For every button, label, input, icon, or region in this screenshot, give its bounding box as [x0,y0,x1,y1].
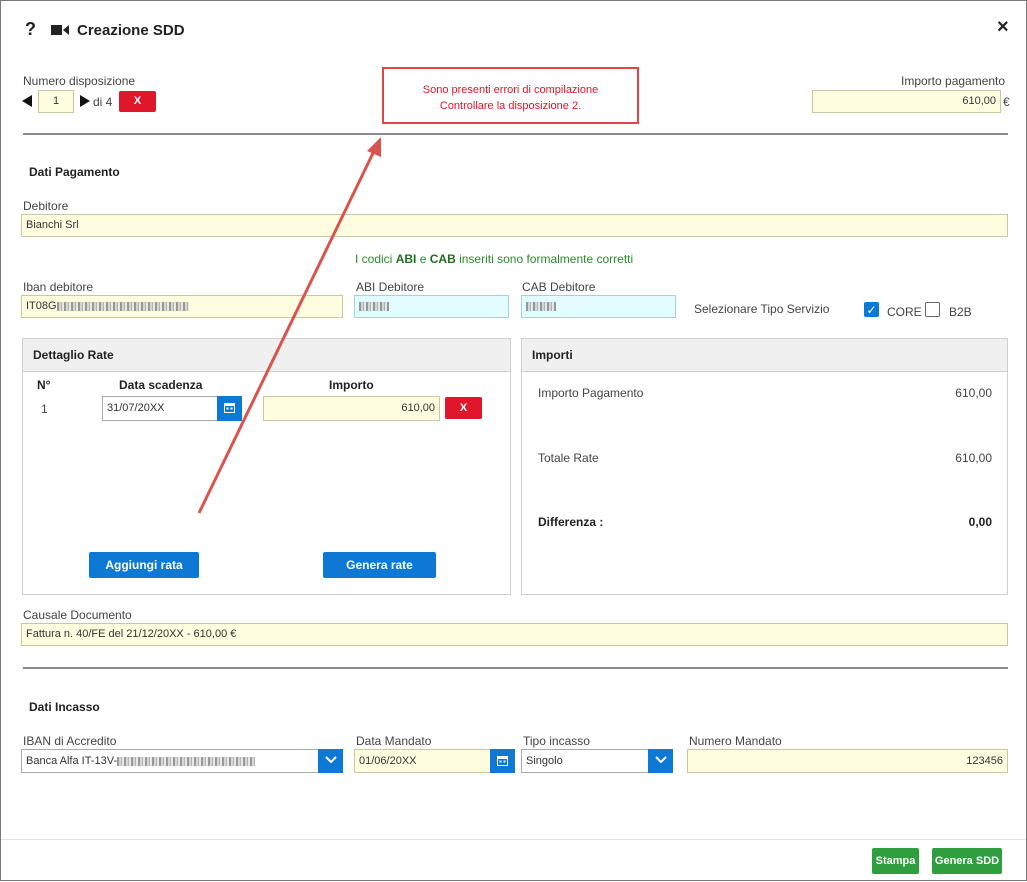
sdd-dialog: ? Creazione SDD × Numero disposizione 1 … [0,0,1027,881]
annotation-arrow [197,137,381,514]
